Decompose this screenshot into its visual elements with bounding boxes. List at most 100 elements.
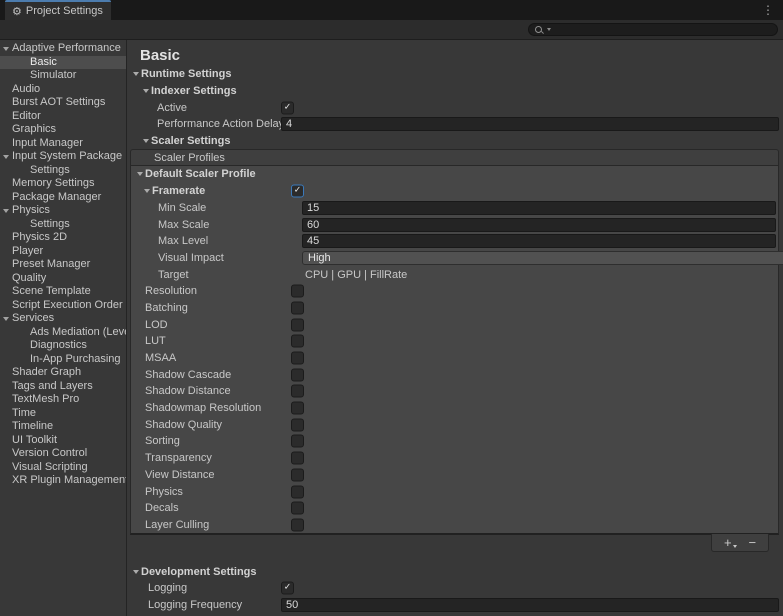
sidebar-item-scene-template[interactable]: Scene Template (0, 285, 126, 299)
active-checkbox[interactable]: ✓ (281, 101, 294, 114)
shadowmap-resolution-checkbox[interactable] (291, 402, 304, 415)
foldout-icon[interactable] (133, 570, 139, 574)
max-scale-input[interactable]: 60 (302, 218, 776, 232)
sidebar-item-in-app-purchasing[interactable]: In-App Purchasing (0, 353, 126, 367)
tab-project-settings[interactable]: ⚙ Project Settings (5, 0, 111, 20)
scaler-profiles-list-body: Default Scaler Profile Framerate ✓ Min S… (130, 166, 779, 535)
visual-impact-dropdown[interactable]: High (302, 251, 783, 265)
sidebar-item-textmesh-pro[interactable]: TextMesh Pro (0, 393, 126, 407)
sidebar-item-label: Burst AOT Settings (12, 96, 105, 108)
sidebar-item-basic[interactable]: Basic (0, 56, 126, 70)
sidebar-item-preset-manager[interactable]: Preset Manager (0, 258, 126, 272)
scaler-label: Shadow Distance (145, 385, 231, 397)
sidebar-item-time[interactable]: Time (0, 407, 126, 421)
check-icon: ✓ (294, 187, 302, 196)
scaler-row-lod: LOD (131, 316, 778, 333)
sidebar-item-label: Physics 2D (12, 231, 67, 243)
scaler-row-decals: Decals (131, 500, 778, 517)
lod-checkbox[interactable] (291, 318, 304, 331)
sidebar-item-version-control[interactable]: Version Control (0, 447, 126, 461)
sidebar-item-package-manager[interactable]: Package Manager (0, 191, 126, 205)
sorting-checkbox[interactable] (291, 435, 304, 448)
sidebar-item-xr-plugin-management[interactable]: XR Plugin Management (0, 474, 126, 488)
physics-checkbox[interactable] (291, 485, 304, 498)
sidebar-item-audio[interactable]: Audio (0, 83, 126, 97)
layer-culling-checkbox[interactable] (291, 518, 304, 531)
sidebar-item-quality[interactable]: Quality (0, 272, 126, 286)
sidebar-item-physics-2d[interactable]: Physics 2D (0, 231, 126, 245)
sidebar-item-script-execution-order[interactable]: Script Execution Order (0, 299, 126, 313)
field-value: 60 (307, 219, 319, 231)
scaler-row-sorting: Sorting (131, 433, 778, 450)
sidebar-item-label: Version Control (12, 447, 87, 459)
sidebar-item-services[interactable]: Services (0, 312, 126, 326)
field-label: Max Level (158, 235, 208, 247)
foldout-icon[interactable] (3, 47, 9, 51)
sidebar-item-ui-toolkit[interactable]: UI Toolkit (0, 434, 126, 448)
sidebar-item-memory-settings[interactable]: Memory Settings (0, 177, 126, 191)
foldout-icon[interactable] (137, 172, 143, 176)
gear-icon: ⚙ (12, 6, 22, 17)
lut-checkbox[interactable] (291, 335, 304, 348)
scaler-label: Transparency (145, 452, 212, 464)
foldout-icon[interactable] (3, 209, 9, 213)
sidebar-item-physics[interactable]: Physics (0, 204, 126, 218)
foldout-icon[interactable] (144, 189, 150, 193)
section-header: Runtime Settings (141, 68, 231, 80)
min-scale-row: Min Scale 15 (131, 200, 778, 217)
scaler-row-view-distance: View Distance (131, 467, 778, 484)
sidebar-item-graphics[interactable]: Graphics (0, 123, 126, 137)
field-label: Performance Action Delay (157, 118, 284, 130)
shadow-cascade-checkbox[interactable] (291, 368, 304, 381)
logging-checkbox[interactable]: ✓ (281, 582, 294, 595)
sidebar-item-adaptive-performance[interactable]: Adaptive Performance (0, 42, 126, 56)
sidebar-item-tags-and-layers[interactable]: Tags and Layers (0, 380, 126, 394)
sidebar-item-label: Ads Mediation (Level (30, 326, 126, 338)
performance-action-delay-input[interactable]: 4 (281, 117, 779, 131)
sidebar-item-input-manager[interactable]: Input Manager (0, 137, 126, 151)
sidebar-item-label: Script Execution Order (12, 299, 123, 311)
search-input[interactable] (528, 23, 778, 36)
scaler-row-shadowmap-resolution: Shadowmap Resolution (131, 400, 778, 417)
foldout-icon[interactable] (3, 317, 9, 321)
foldout-icon[interactable] (3, 155, 9, 159)
indexer-settings-row: Indexer Settings (127, 83, 783, 100)
resolution-checkbox[interactable] (291, 285, 304, 298)
foldout-icon[interactable] (143, 89, 149, 93)
max-level-input[interactable]: 45 (302, 234, 776, 248)
foldout-icon[interactable] (133, 72, 139, 76)
shadow-quality-checkbox[interactable] (291, 418, 304, 431)
transparency-checkbox[interactable] (291, 452, 304, 465)
min-scale-input[interactable]: 15 (302, 201, 776, 215)
sidebar-item-label: Input System Package (12, 150, 122, 162)
sidebar-item-visual-scripting[interactable]: Visual Scripting (0, 461, 126, 475)
sidebar-item-diagnostics[interactable]: Diagnostics (0, 339, 126, 353)
sidebar-item-input-system-package[interactable]: Input System Package (0, 150, 126, 164)
sidebar-item-simulator[interactable]: Simulator (0, 69, 126, 83)
sidebar-item-editor[interactable]: Editor (0, 110, 126, 124)
sidebar-item-timeline[interactable]: Timeline (0, 420, 126, 434)
performance-action-delay-row: Performance Action Delay 4 (127, 116, 783, 133)
framerate-checkbox[interactable]: ✓ (291, 185, 304, 198)
default-scaler-profile-row: Default Scaler Profile (131, 166, 778, 183)
sidebar-item-label: Input Manager (12, 137, 83, 149)
batching-checkbox[interactable] (291, 301, 304, 314)
active-row: Active ✓ (127, 99, 783, 116)
sidebar-item-physics-settings[interactable]: Settings (0, 218, 126, 232)
msaa-checkbox[interactable] (291, 352, 304, 365)
view-distance-checkbox[interactable] (291, 468, 304, 481)
decals-checkbox[interactable] (291, 502, 304, 515)
shadow-distance-checkbox[interactable] (291, 385, 304, 398)
add-profile-button[interactable]: + (724, 536, 737, 549)
sidebar-item-ads-mediation[interactable]: Ads Mediation (Level (0, 326, 126, 340)
sidebar-item-input-system-settings[interactable]: Settings (0, 164, 126, 178)
foldout-icon[interactable] (143, 139, 149, 143)
kebab-menu-icon[interactable]: ⋮ (762, 2, 774, 18)
sidebar-item-player[interactable]: Player (0, 245, 126, 259)
remove-profile-button[interactable]: − (748, 536, 756, 549)
scaler-label: Physics (145, 486, 183, 498)
sidebar-item-shader-graph[interactable]: Shader Graph (0, 366, 126, 380)
logging-frequency-input[interactable]: 50 (281, 598, 779, 612)
sidebar-item-burst-aot-settings[interactable]: Burst AOT Settings (0, 96, 126, 110)
window-tab-bar: ⚙ Project Settings ⋮ (0, 0, 783, 20)
